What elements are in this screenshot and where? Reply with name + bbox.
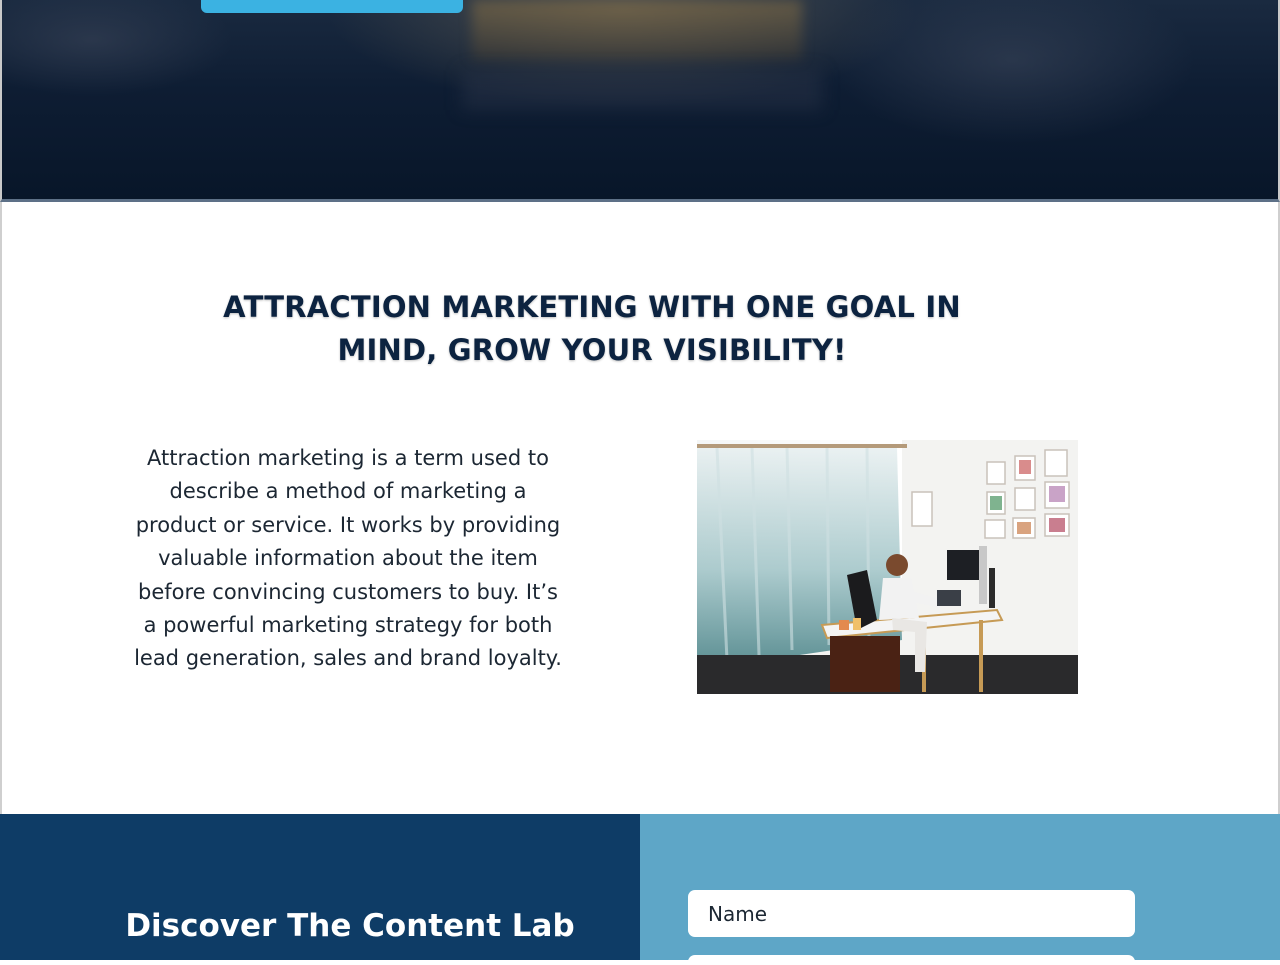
signup-form-panel	[640, 814, 1280, 965]
attraction-marketing-section: ATTRACTION MARKETING WITH ONE GOAL IN MI…	[0, 202, 1280, 814]
content-lab-title: Discover The Content Lab	[125, 908, 575, 944]
section-headline: ATTRACTION MARKETING WITH ONE GOAL IN MI…	[223, 290, 961, 367]
office-photo	[697, 440, 1078, 694]
content-lab-promo: Discover The Content Lab	[0, 814, 640, 960]
hero-cta-button[interactable]	[201, 0, 463, 13]
section-body-text: Attraction marketing is a term used to d…	[134, 446, 562, 671]
hero-background-shadow	[462, 70, 822, 110]
hero-banner	[0, 0, 1280, 202]
next-form-field[interactable]	[688, 955, 1135, 965]
hero-background-desk	[472, 0, 802, 60]
name-input[interactable]	[688, 890, 1135, 937]
